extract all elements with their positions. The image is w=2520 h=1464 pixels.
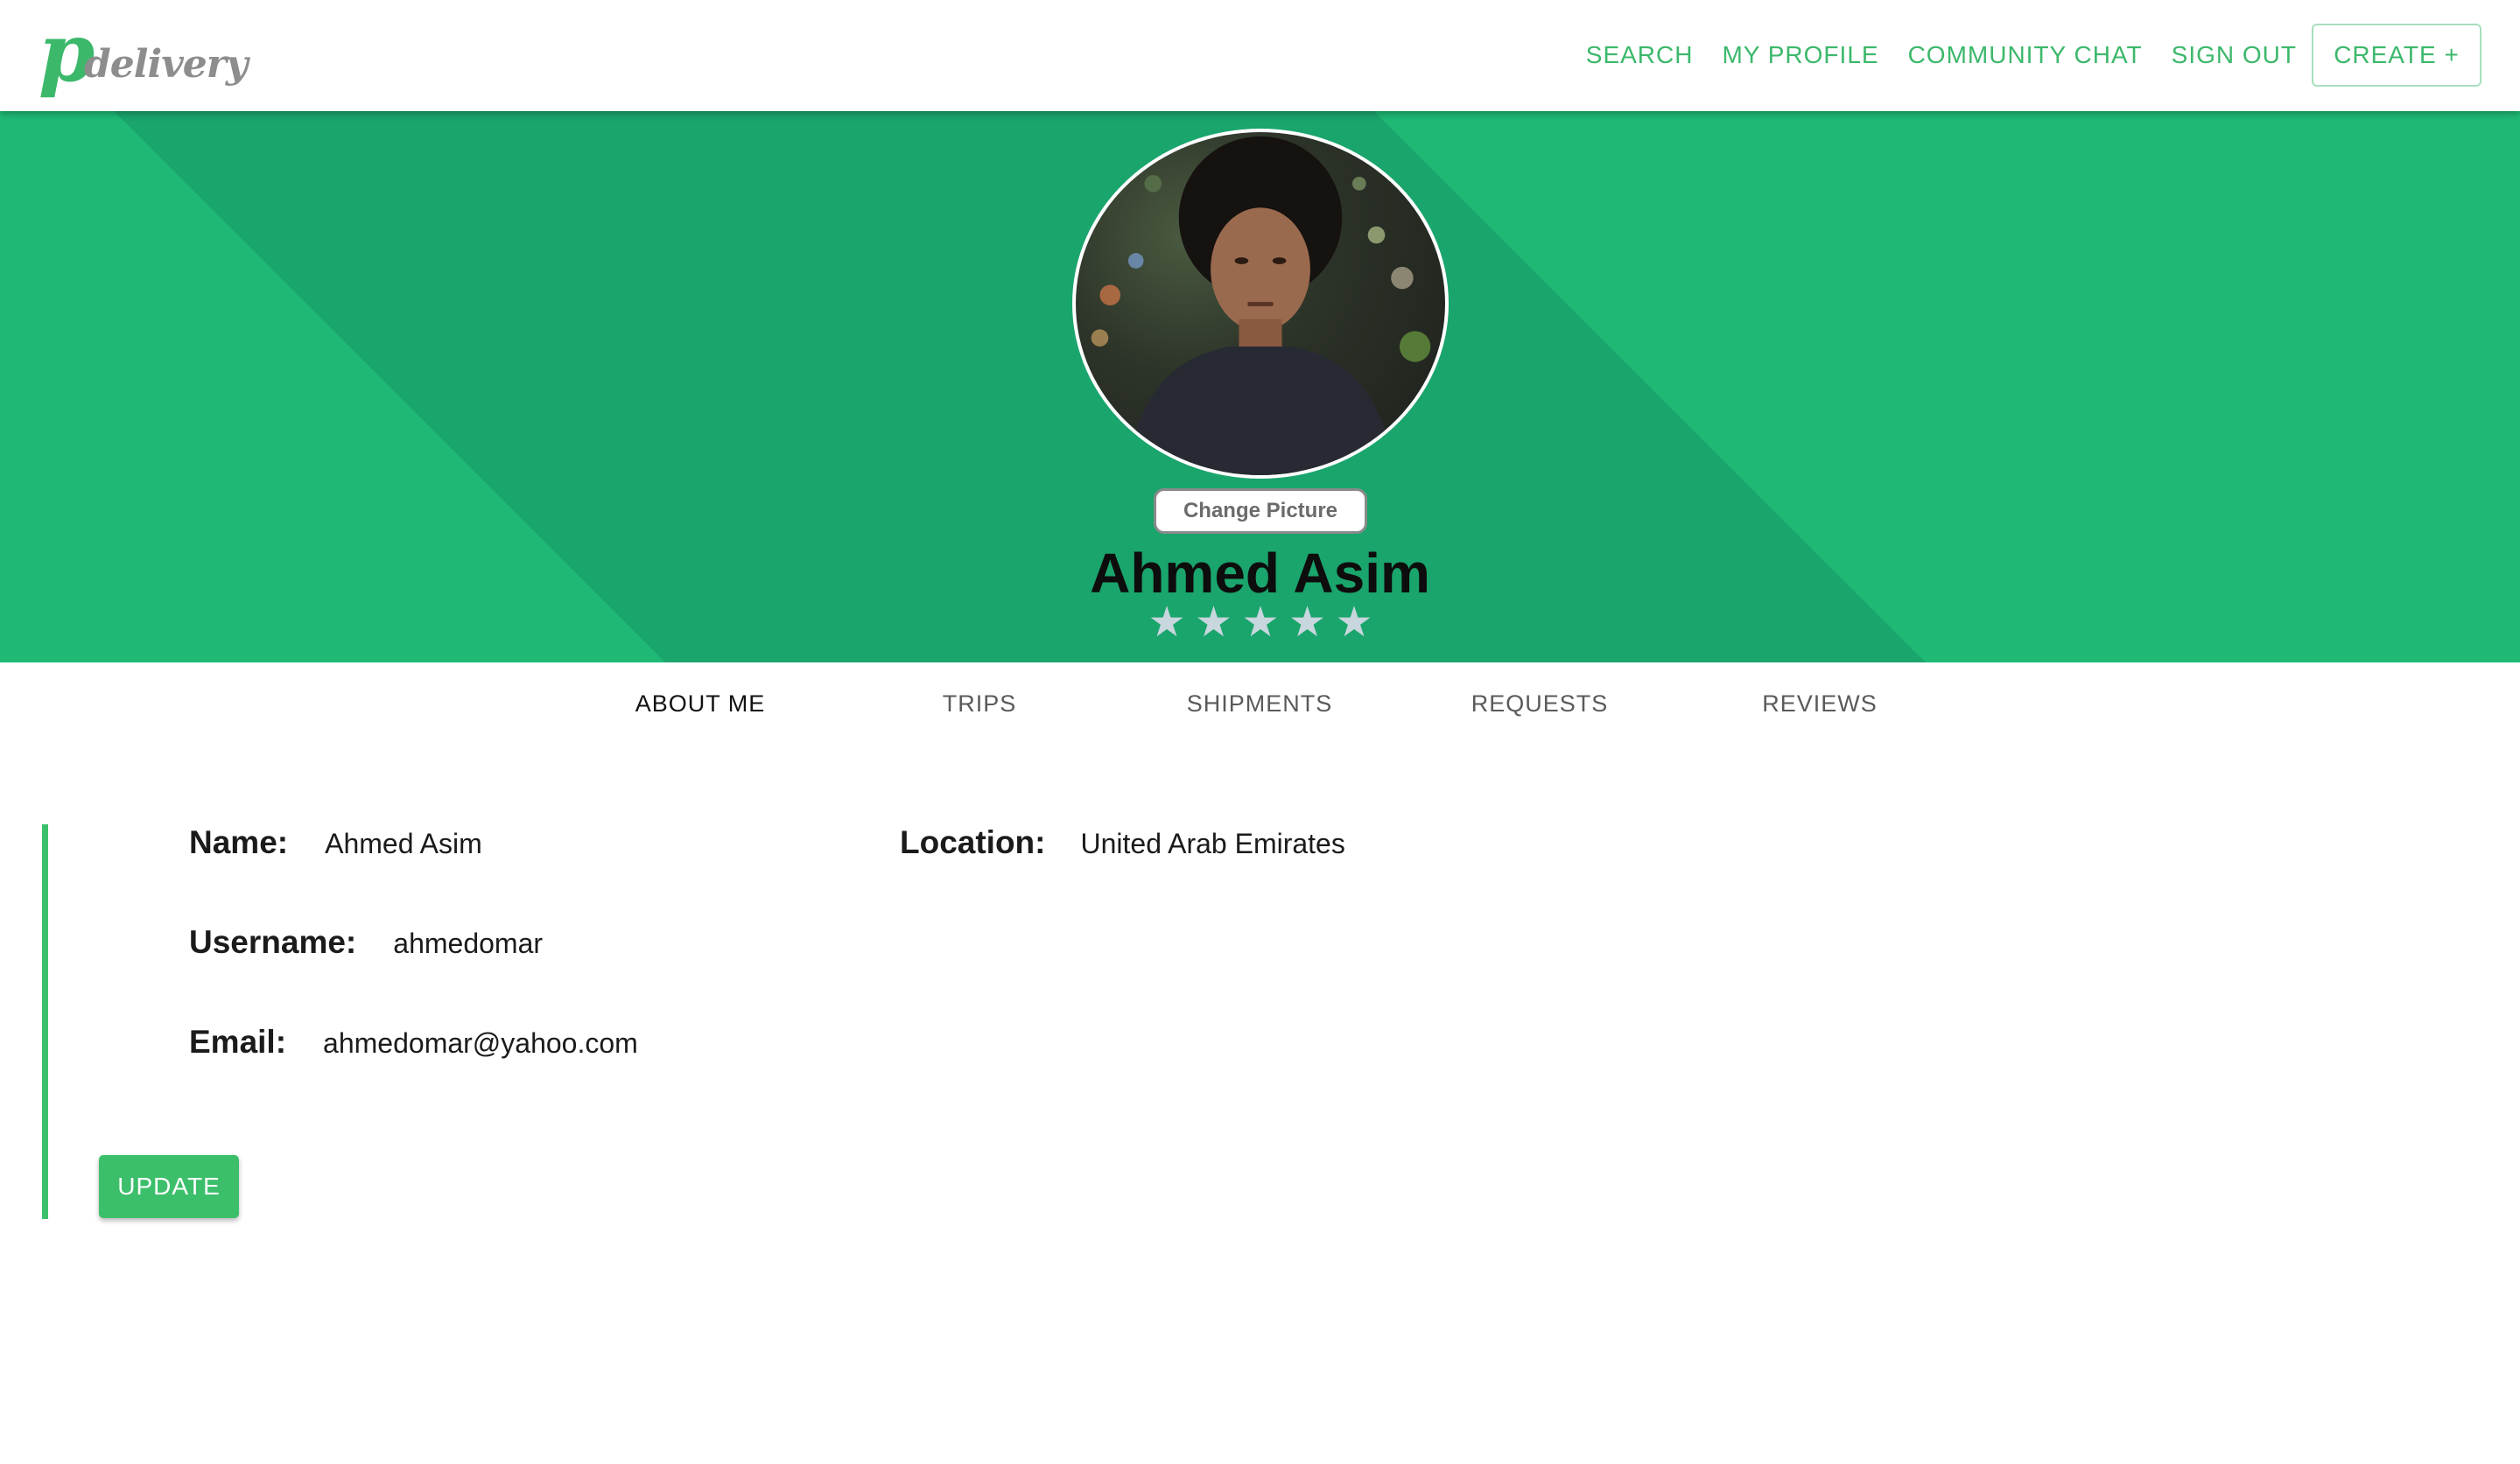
tab-shipments[interactable]: SHIPMENTS bbox=[1187, 690, 1333, 718]
location-value: United Arab Emirates bbox=[1080, 828, 1345, 859]
top-navbar: p delivery SEARCH MY PROFILE COMMUNITY C… bbox=[0, 0, 2520, 111]
tab-reviews[interactable]: REVIEWS bbox=[1762, 690, 1878, 718]
nav-community-chat-link[interactable]: COMMUNITY CHAT bbox=[1908, 41, 2143, 69]
rating-stars: ★ ★ ★ ★ ★ bbox=[1147, 602, 1374, 648]
tab-trips[interactable]: TRIPS bbox=[943, 690, 1017, 718]
star-icon[interactable]: ★ bbox=[1334, 602, 1374, 644]
name-label: Name: bbox=[189, 824, 289, 860]
star-icon[interactable]: ★ bbox=[1147, 602, 1187, 644]
profile-tabs: ABOUT ME TRIPS SHIPMENTS REQUESTS REVIEW… bbox=[0, 662, 2520, 746]
pdelivery-logo[interactable]: p delivery bbox=[39, 12, 248, 93]
about-me-panel: Name: Ahmed Asim Location: United Arab E… bbox=[42, 824, 1530, 1219]
location-field: Location: United Arab Emirates bbox=[900, 824, 1345, 861]
profile-avatar[interactable] bbox=[1072, 129, 1449, 479]
location-label: Location: bbox=[900, 824, 1046, 860]
nav-my-profile-link[interactable]: MY PROFILE bbox=[1722, 41, 1878, 69]
email-value: ahmedomar@yahoo.com bbox=[323, 1027, 638, 1059]
username-value: ahmedomar bbox=[393, 928, 544, 959]
username-label: Username: bbox=[189, 924, 357, 960]
tab-about-me[interactable]: ABOUT ME bbox=[635, 690, 766, 718]
nav-links: SEARCH MY PROFILE COMMUNITY CHAT SIGN OU… bbox=[1557, 23, 2481, 88]
star-icon[interactable]: ★ bbox=[1288, 602, 1328, 644]
star-icon[interactable]: ★ bbox=[1194, 602, 1234, 644]
profile-hero-banner: Change Picture Ahmed Asim ★ ★ ★ ★ ★ bbox=[0, 111, 2520, 662]
avatar-photo bbox=[1091, 136, 1431, 475]
create-button[interactable]: CREATE + bbox=[2312, 24, 2481, 87]
nav-sign-out-link[interactable]: SIGN OUT bbox=[2172, 41, 2297, 69]
email-label: Email: bbox=[189, 1024, 287, 1060]
profile-name: Ahmed Asim bbox=[1090, 542, 1430, 605]
logo-text: delivery bbox=[84, 42, 248, 87]
username-field: Username: ahmedomar bbox=[189, 924, 543, 961]
name-value: Ahmed Asim bbox=[325, 828, 482, 859]
nav-search-link[interactable]: SEARCH bbox=[1586, 41, 1694, 69]
email-field: Email: ahmedomar@yahoo.com bbox=[189, 1024, 638, 1061]
star-icon[interactable]: ★ bbox=[1240, 602, 1281, 644]
tab-requests[interactable]: REQUESTS bbox=[1471, 690, 1609, 718]
update-button[interactable]: UPDATE bbox=[99, 1155, 239, 1218]
change-picture-button[interactable]: Change Picture bbox=[1154, 488, 1367, 534]
name-field: Name: Ahmed Asim bbox=[189, 824, 482, 861]
